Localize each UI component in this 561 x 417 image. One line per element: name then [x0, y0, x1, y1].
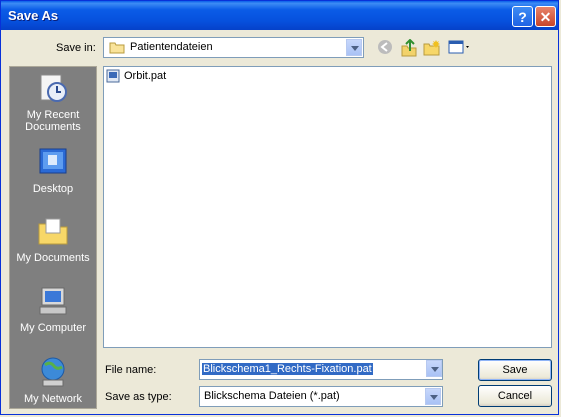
place-label: My Recent Documents [25, 109, 81, 133]
up-folder-icon[interactable] [400, 38, 418, 57]
place-my-documents[interactable]: My Documents [10, 215, 96, 264]
save-type-value: Blickschema Dateien (*.pat) [204, 390, 340, 402]
view-menu-icon[interactable] [447, 39, 473, 57]
places-bar: My Recent Documents Desktop My Documents [9, 66, 97, 409]
chevron-down-icon[interactable] [425, 388, 441, 405]
save-type-dropdown[interactable]: Blickschema Dateien (*.pat) [199, 386, 443, 407]
save-in-dropdown[interactable]: Patientendateien [103, 37, 364, 58]
file-name-value: Blickschema1_Rechts-Fixation.pat [202, 363, 373, 375]
file-name-field[interactable]: Blickschema1_Rechts-Fixation.pat [199, 359, 443, 380]
my-computer-icon [39, 287, 67, 315]
new-folder-icon[interactable] [423, 39, 441, 57]
my-documents-icon [38, 218, 68, 245]
close-button[interactable]: ✕ [535, 6, 556, 27]
recent-documents-icon [40, 74, 67, 102]
chevron-down-icon[interactable] [346, 39, 362, 56]
place-desktop[interactable]: Desktop [10, 146, 96, 195]
desktop-icon [39, 148, 67, 174]
cancel-button[interactable]: Cancel [478, 385, 552, 407]
save-in-value: Patientendateien [130, 41, 213, 53]
place-label: Desktop [32, 183, 74, 195]
title-bar[interactable]: Save As ? ✕ [1, 1, 558, 30]
file-name: Orbit.pat [124, 70, 167, 82]
back-icon[interactable] [376, 39, 394, 57]
save-in-label: Save in: [56, 42, 96, 54]
place-recent-documents[interactable]: My Recent Documents [10, 72, 96, 133]
place-my-network[interactable]: My Network [10, 356, 96, 405]
window-title: Save As [8, 8, 59, 23]
file-list[interactable]: Orbit.pat [103, 66, 552, 348]
place-label: My Network [23, 393, 83, 405]
save-type-label: Save as type: [105, 391, 172, 403]
place-label: My Documents [16, 252, 90, 264]
chevron-down-icon[interactable] [426, 360, 442, 377]
pat-file-icon [106, 69, 120, 83]
my-network-icon [41, 357, 65, 387]
place-label: My Computer [19, 322, 87, 334]
file-name-label: File name: [105, 364, 157, 376]
save-button[interactable]: Save [478, 359, 552, 381]
file-name-dropdown[interactable] [424, 359, 443, 380]
save-as-dialog: Save As ? ✕ Save in: Patientendateien My… [0, 0, 559, 415]
help-button[interactable]: ? [512, 6, 533, 27]
folder-icon [109, 42, 125, 54]
place-my-computer[interactable]: My Computer [10, 285, 96, 334]
